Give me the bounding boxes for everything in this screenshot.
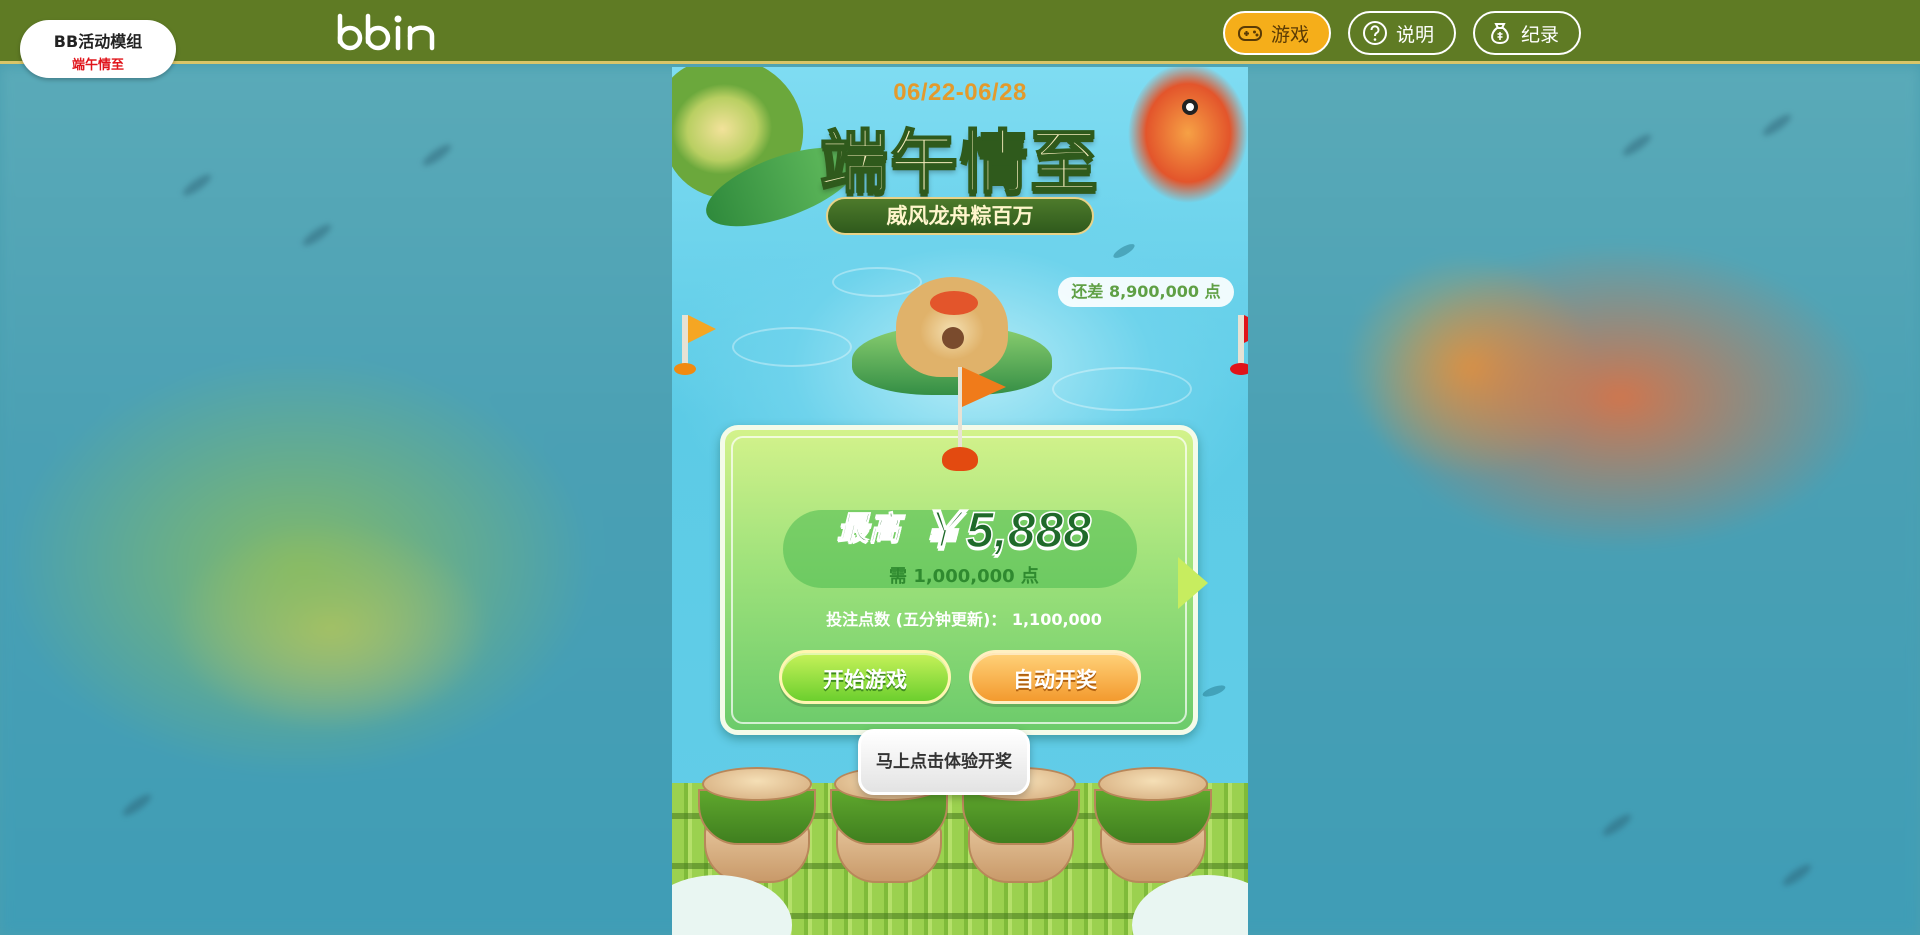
steamer-basket-4[interactable] (1094, 767, 1212, 885)
steamer-basket-1[interactable] (698, 767, 816, 885)
prize-row: 最高 ￥5,888 (725, 490, 1203, 562)
event-subtitle: 威风龙舟粽百万 (826, 197, 1094, 235)
auto-draw-button[interactable]: 自动开奖 (969, 650, 1141, 704)
need-points: 需 1,000,000 点 (889, 566, 1039, 587)
goal-flag (958, 367, 1006, 457)
flag-base (1230, 363, 1248, 375)
game-panel: 06/22-06/28 端午情至 威风龙舟粽百万 还差 8,900,000 点 … (672, 67, 1248, 935)
site-name: BB活动模组 (53, 32, 143, 51)
goal-flag-base (942, 447, 978, 471)
site-badge[interactable]: BB活动模组 端午情至 (20, 20, 176, 78)
fish (1111, 241, 1137, 261)
steamer-lid (1098, 767, 1208, 801)
zongzi-illustration (896, 277, 1008, 377)
start-game-button[interactable]: 开始游戏 (779, 650, 951, 704)
nav-help-label: 说明 (1396, 23, 1435, 46)
event-date: 06/22-06/28 (893, 79, 1027, 106)
nav-record-button[interactable]: 纪录 (1473, 11, 1581, 55)
bet-points-value: 1,100,000 (1011, 610, 1102, 629)
bet-points-label: 投注点数 (五分钟更新)： (826, 610, 1007, 629)
nav-record-label: 纪录 (1521, 23, 1560, 46)
flag-icon (962, 367, 1006, 407)
steamer-lid (702, 767, 812, 801)
bbin-logo[interactable] (334, 12, 438, 54)
prize-label: 最高 (836, 509, 901, 548)
chestnut (942, 327, 964, 349)
flag-icon (688, 315, 716, 343)
flag-base (674, 363, 696, 375)
water-ripple (832, 267, 922, 297)
prize-value: ￥5,888 (915, 501, 1092, 559)
top-bar: 游戏 说明 纪录 (0, 0, 1920, 64)
water-ripple (732, 327, 852, 367)
nav-help-button[interactable]: 说明 (1348, 11, 1456, 55)
salted-yolk (930, 291, 978, 315)
left-marker-flag (674, 315, 716, 375)
nav-game-label: 游戏 (1271, 23, 1310, 46)
flag-icon (1244, 315, 1248, 343)
try-draw-tooltip[interactable]: 马上点击体验开奖 (858, 729, 1030, 795)
prize-card: 最高 ￥5,888 需 1,000,000 点 投注点数 (五分钟更新)： 1,… (720, 425, 1198, 735)
remaining-points-badge: 还差 8,900,000 点 (1058, 277, 1234, 307)
gamepad-icon (1238, 26, 1262, 41)
right-marker-flag (1230, 315, 1248, 375)
water-ripple (1052, 367, 1192, 411)
nav-game-button[interactable]: 游戏 (1223, 11, 1331, 55)
fish (1201, 683, 1227, 699)
bet-points-row: 投注点数 (五分钟更新)： 1,100,000 (725, 606, 1203, 630)
money-bag-icon (1491, 23, 1509, 45)
site-subtitle: 端午情至 (71, 58, 124, 73)
next-arrow-icon[interactable] (1178, 557, 1208, 609)
question-icon (1363, 21, 1387, 45)
event-title: 端午情至 (819, 122, 1100, 204)
